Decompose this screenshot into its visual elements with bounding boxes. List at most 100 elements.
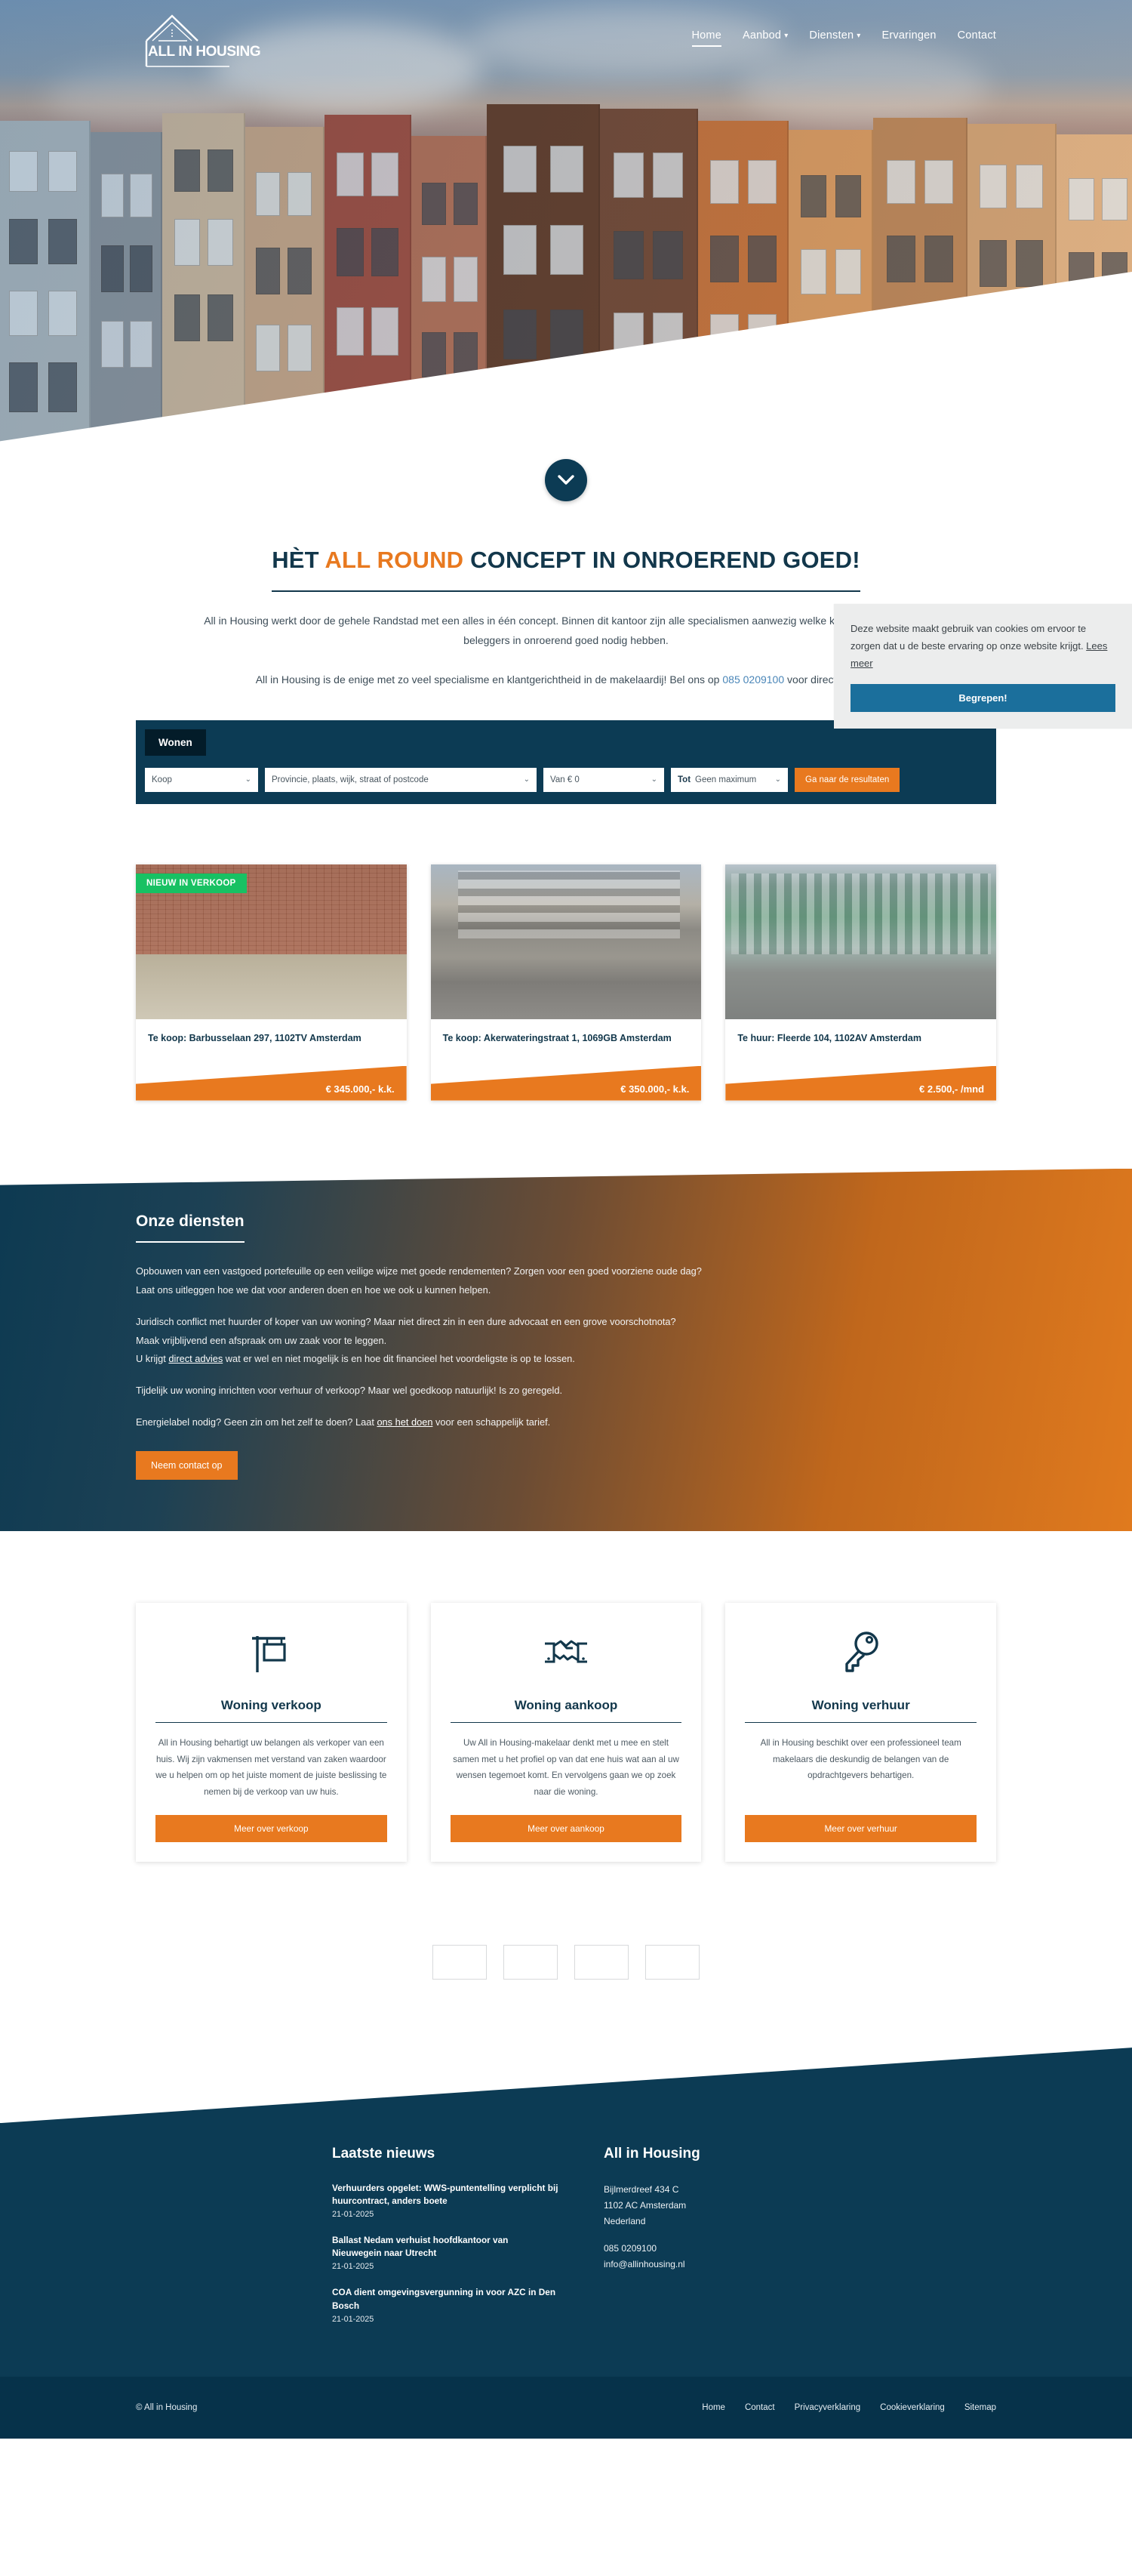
service-more-button[interactable]: Meer over verhuur [745,1815,977,1843]
search-section: Wonen Koop ⌄ Provincie, plaats, wijk, st… [136,719,996,804]
phone-link[interactable]: 085 0209100 [604,2243,657,2254]
partner-logo-4[interactable] [645,1945,700,1980]
cookie-text: Deze website maakt gebruik van cookies o… [851,621,1115,672]
search-tab-wonen[interactable]: Wonen [145,729,206,756]
footer-navigation: Home Contact Privacyverklaring Cookiever… [702,2403,996,2412]
listing-price: € 2.500,- /mnd [919,1083,985,1095]
services-text: U krijgt [136,1353,169,1365]
footer-link-contact[interactable]: Contact [745,2403,775,2412]
service-title: Woning verkoop [155,1698,387,1724]
service-title: Woning verhuur [745,1698,977,1724]
address-line-2: 1102 AC Amsterdam [604,2200,687,2211]
footer-link-sitemap[interactable]: Sitemap [964,2403,996,2412]
partner-logos [136,1945,996,1980]
footer-main: Laatste nieuws Verhuurders opgelet: WWS-… [0,2123,1132,2377]
nav-label: Home [691,29,721,42]
listing-price-banner: € 345.000,- k.k. [136,1065,407,1101]
chevron-down-icon: ⌄ [245,775,251,784]
footer-company-column: All in Housing Bijlmerdreef 434 C 1102 A… [558,2146,860,2339]
service-card-verkoop: Woning verkoop All in Housing behartigt … [136,1603,407,1863]
email-link[interactable]: info@allinhousing.nl [604,2259,685,2269]
property-search-bar: Wonen Koop ⌄ Provincie, plaats, wijk, st… [136,719,996,804]
search-price-from-value: Van € 0 [550,775,580,784]
footer-bottom-bar: © All in Housing Home Contact Privacyver… [0,2376,1132,2439]
news-item: Ballast Nedam verhuist hoofdkantoor van … [332,2234,558,2271]
chevron-down-icon: ▾ [857,31,861,40]
search-fields-row: Koop ⌄ Provincie, plaats, wijk, straat o… [136,756,996,804]
status-badge: NIEUW IN VERKOOP [136,873,247,893]
featured-listings: NIEUW IN VERKOOP Te koop: Barbusselaan 2… [136,864,997,1101]
nav-label: Aanbod [742,29,782,42]
scroll-down-button[interactable] [545,459,587,501]
energy-label-link[interactable]: ons het doen [377,1416,432,1428]
search-type-select[interactable]: Koop ⌄ [145,767,258,792]
footer-news-column: Laatste nieuws Verhuurders opgelet: WWS-… [136,2146,558,2339]
footer-company-heading: All in Housing [604,2146,700,2162]
news-link[interactable]: Ballast Nedam verhuist hoofdkantoor van … [332,2234,558,2260]
intro-text-pre: All in Housing is de enige met zo veel s… [255,673,723,686]
search-submit-button[interactable]: Ga naar de resultaten [795,767,900,792]
footer-phone: 085 0209100 [604,2241,860,2257]
nav-item-home[interactable]: Home [691,29,722,47]
partner-logo-2[interactable] [503,1945,558,1980]
nav-label: Contact [957,29,996,42]
service-more-button[interactable]: Meer over verkoop [155,1815,387,1843]
phone-link[interactable]: 085 0209100 [722,673,784,686]
nav-item-diensten[interactable]: Diensten ▾ [809,29,860,47]
cookie-accept-button[interactable]: Begrepen! [851,684,1115,713]
listing-card[interactable]: NIEUW IN VERKOOP Te koop: Barbusselaan 2… [136,864,407,1101]
handshake-icon [451,1625,682,1681]
partner-logo-3[interactable] [574,1945,629,1980]
building [0,121,91,476]
page-title-post: CONCEPT IN ONROEREND GOED! [463,547,860,573]
key-icon [745,1625,977,1681]
hero-section: ALL IN HOUSING Home Aanbod ▾ Diensten ▾ Er… [0,0,1132,528]
news-item: Verhuurders opgelet: WWS-puntentelling v… [332,2182,558,2219]
copyright-text: © All in Housing [136,2402,198,2412]
search-price-to-prefix: Tot [678,775,691,784]
footer-region: Laatste nieuws Verhuurders opgelet: WWS-… [0,2048,1132,2439]
search-price-from-select[interactable]: Van € 0 ⌄ [543,767,664,792]
service-card-aankoop: Woning aankoop Uw All in Housing-makelaa… [430,1603,702,1863]
cookie-message: Deze website maakt gebruik van cookies o… [851,623,1087,652]
listing-title: Te koop: Barbusselaan 297, 1102TV Amster… [148,1032,361,1043]
service-cards: Woning verkoop All in Housing behartigt … [136,1603,997,1863]
listing-title: Te huur: Fleerde 104, 1102AV Amsterdam [737,1032,921,1043]
search-price-to-select[interactable]: Tot Geen maximum ⌄ [671,767,788,792]
services-paragraph-3: Tijdelijk uw woning inrichten voor verhu… [136,1385,563,1397]
services-paragraph-4: Energielabel nodig? Geen zin om het zelf… [136,1413,996,1432]
logo-wordmark: ALL IN HOUSING [148,44,261,60]
contact-button[interactable]: Neem contact op [136,1451,238,1481]
footer-email: info@allinhousing.nl [604,2257,860,2272]
cookie-consent-banner: Deze website maakt gebruik van cookies o… [834,604,1132,729]
footer-link-cookieverklaring[interactable]: Cookieverklaring [880,2403,945,2412]
nav-item-ervaringen[interactable]: Ervaringen [882,29,937,47]
service-description: All in Housing behartigt uw belangen als… [155,1738,387,1797]
listing-price-banner: € 350.000,- k.k. [430,1065,702,1101]
chevron-down-icon: ⌄ [651,775,657,784]
service-description: All in Housing beschikt over een profess… [760,1738,961,1781]
partner-logo-1[interactable] [432,1945,487,1980]
listing-title: Te koop: Akerwateringstraat 1, 1069GB Am… [442,1032,672,1043]
listing-price: € 350.000,- k.k. [620,1083,690,1095]
service-title: Woning aankoop [450,1698,682,1724]
page-title: HÈT ALL ROUND CONCEPT IN ONROEREND GOED! [272,547,860,592]
footer-link-privacyverklaring[interactable]: Privacyverklaring [795,2403,861,2412]
news-link[interactable]: COA dient omgevingsvergunning in voor AZ… [332,2286,558,2312]
footer-diagonal-shape [0,2048,1132,2124]
listing-card[interactable]: Te koop: Akerwateringstraat 1, 1069GB Am… [430,864,702,1101]
service-more-button[interactable]: Meer over aankoop [450,1815,682,1843]
chevron-down-icon: ▾ [784,31,789,40]
news-link[interactable]: Verhuurders opgelet: WWS-puntentelling v… [332,2182,558,2208]
nav-item-contact[interactable]: Contact [958,29,996,47]
chevron-down-icon [558,475,574,485]
listing-card[interactable]: Te huur: Fleerde 104, 1102AV Amsterdam €… [725,864,997,1101]
house-outline-icon [145,14,229,67]
news-item: COA dient omgevingsvergunning in voor AZ… [332,2286,558,2323]
nav-item-aanbod[interactable]: Aanbod ▾ [743,29,788,47]
site-logo[interactable]: ALL IN HOUSING [136,6,261,69]
search-location-input[interactable]: Provincie, plaats, wijk, straat of postc… [265,767,537,792]
direct-advice-link[interactable]: direct advies [168,1353,223,1364]
search-price-to-value: Geen maximum [695,775,757,784]
footer-link-home[interactable]: Home [702,2403,725,2412]
